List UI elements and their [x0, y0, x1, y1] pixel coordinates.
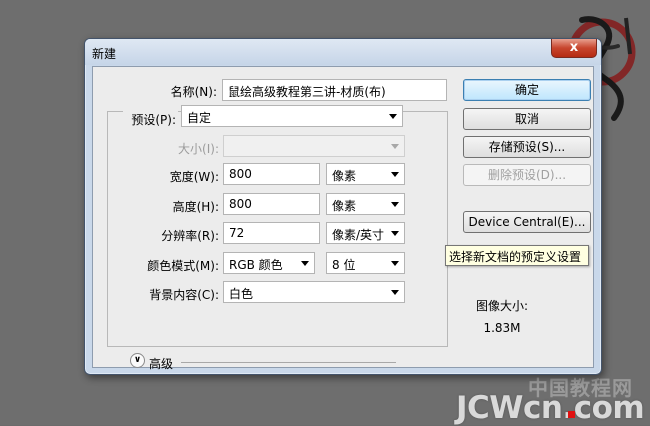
preset-select[interactable]: 自定 [181, 105, 403, 127]
width-input[interactable]: 800 [223, 163, 320, 185]
chevron-down-icon [391, 290, 399, 295]
cancel-button[interactable]: 取消 [463, 108, 591, 130]
close-button[interactable]: x [551, 39, 597, 58]
save-preset-button[interactable]: 存储预设(S)... [463, 136, 591, 158]
background-label: 背景内容(C): [149, 288, 219, 302]
name-input[interactable]: 鼠绘高级教程第三讲-材质(布) [222, 79, 447, 101]
width-unit-select[interactable]: 像素 [326, 163, 405, 185]
bit-depth-select[interactable]: 8 位 [326, 252, 405, 274]
dialog-client-area: 名称(N): 鼠绘高级教程第三讲-材质(布) 预设(P): 自定 大小(I): … [92, 66, 594, 371]
dialog-titlebar[interactable]: 新建 x [85, 39, 601, 65]
name-label: 名称(N): [170, 85, 217, 99]
background-select[interactable]: 白色 [223, 281, 405, 303]
color-mode-select[interactable]: RGB 颜色 [223, 252, 315, 274]
advanced-toggle-icon[interactable]: ∨ [130, 353, 145, 368]
resolution-unit-value: 像素/英寸 [332, 228, 385, 242]
ok-button[interactable]: 确定 [463, 79, 591, 101]
height-input[interactable]: 800 [223, 193, 320, 215]
dialog-title: 新建 [92, 47, 117, 61]
resolution-label: 分辨率(R): [161, 229, 219, 243]
resolution-unit-select[interactable]: 像素/英寸 [326, 222, 405, 244]
background-value: 白色 [229, 287, 254, 301]
width-label: 宽度(W): [169, 170, 219, 184]
resolution-input[interactable]: 72 [223, 222, 320, 244]
height-unit-select[interactable]: 像素 [326, 193, 405, 215]
advanced-divider [181, 362, 396, 363]
size-select [223, 135, 405, 157]
image-size-value: 1.83M [483, 321, 521, 335]
chevron-down-icon [389, 114, 397, 119]
height-unit-value: 像素 [332, 199, 357, 213]
color-mode-label: 颜色模式(M): [147, 259, 219, 273]
new-document-dialog: 新建 x 名称(N): 鼠绘高级教程第三讲-材质(布) 预设(P): 自定 大小… [84, 38, 602, 375]
watermark-red-dot [568, 411, 575, 418]
color-mode-value: RGB 颜色 [229, 258, 283, 272]
preset-label: 预设(P): [123, 111, 178, 128]
preset-value: 自定 [187, 111, 212, 125]
preset-tooltip: 选择新文档的预定义设置 [445, 245, 589, 266]
bit-depth-value: 8 位 [332, 258, 356, 272]
image-size-label: 图像大小: [475, 299, 529, 313]
chevron-down-icon [391, 144, 399, 149]
height-label: 高度(H): [172, 200, 219, 214]
width-unit-value: 像素 [332, 169, 357, 183]
chevron-down-icon [301, 261, 309, 266]
watermark-english: JCWcn.com [456, 390, 645, 426]
chevron-down-icon [391, 261, 399, 266]
advanced-label[interactable]: 高级 [149, 355, 173, 372]
close-icon: x [569, 40, 579, 55]
size-label: 大小(I): [178, 142, 219, 156]
chevron-down-icon [391, 231, 399, 236]
chevron-down-icon [391, 202, 399, 207]
delete-preset-button: 删除预设(D)... [463, 164, 591, 186]
chevron-down-icon [391, 172, 399, 177]
device-central-button[interactable]: Device Central(E)... [463, 211, 591, 233]
